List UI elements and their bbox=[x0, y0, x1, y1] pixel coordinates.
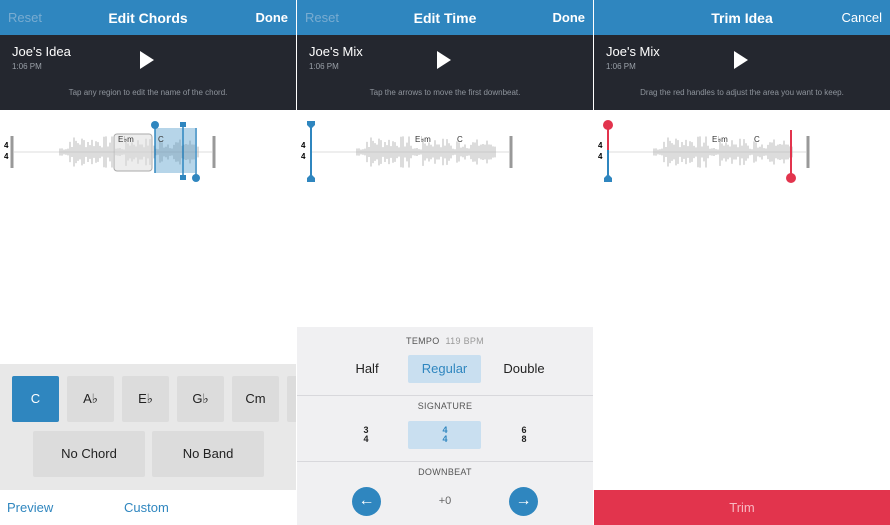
downbeat-handle-bottom bbox=[604, 174, 612, 182]
trim-button[interactable]: Trim bbox=[594, 490, 890, 525]
chord-label-ebm: E♭m bbox=[415, 135, 431, 144]
song-time: 1:06 PM bbox=[606, 62, 636, 71]
song-info-header: Joe's Mix 1:06 PM Tap the arrows to move… bbox=[297, 35, 593, 110]
play-icon[interactable] bbox=[140, 51, 154, 69]
chord-label-c: C bbox=[457, 135, 463, 144]
signature-3-4[interactable]: 34 bbox=[356, 426, 376, 444]
nav-bar: Reset Edit Time Done bbox=[297, 0, 593, 35]
downbeat-handle-bottom[interactable] bbox=[307, 174, 315, 182]
time-signature-bottom: 4 bbox=[4, 152, 9, 161]
downbeat-handle-top[interactable] bbox=[307, 121, 315, 129]
song-info-header: Joe's Mix 1:06 PM Drag the red handles t… bbox=[594, 35, 890, 110]
signature-label: SIGNATURE bbox=[417, 401, 473, 411]
time-signature-top: 4 bbox=[598, 141, 603, 150]
waveform[interactable]: 4 4 E♭m C bbox=[297, 110, 593, 200]
chord-chip-ab[interactable]: A♭ bbox=[67, 376, 114, 422]
downbeat-value: +0 bbox=[438, 495, 452, 507]
nav-title: Edit Time bbox=[413, 10, 477, 26]
time-signature-bottom: 4 bbox=[301, 152, 306, 161]
sig-bottom: 4 bbox=[363, 434, 369, 444]
hint-text: Tap the arrows to move the first downbea… bbox=[369, 88, 521, 97]
chord-label-c: C bbox=[754, 135, 760, 144]
song-time: 1:06 PM bbox=[12, 62, 42, 71]
chord-chip-gb[interactable]: G♭ bbox=[177, 376, 224, 422]
time-signature-bottom: 4 bbox=[598, 152, 603, 161]
time-settings: TEMPO 119 BPM Half Regular Double SIGNATU… bbox=[297, 327, 593, 525]
chord-chip-c[interactable]: C bbox=[12, 376, 59, 422]
custom-link[interactable]: Custom bbox=[124, 500, 169, 515]
edit-time-panel: Reset Edit Time Done Joe's Mix 1:06 PM T… bbox=[297, 0, 593, 525]
region-right-handle[interactable] bbox=[192, 174, 200, 182]
time-signature-top: 4 bbox=[301, 141, 306, 150]
trim-idea-panel: Trim Idea Cancel Joe's Mix 1:06 PM Drag … bbox=[594, 0, 890, 525]
downbeat-label: DOWNBEAT bbox=[418, 467, 472, 477]
done-button[interactable]: Done bbox=[553, 10, 586, 25]
chord-label-c: C bbox=[158, 135, 164, 144]
divider bbox=[297, 395, 593, 396]
sig-bottom: 4 bbox=[442, 434, 448, 444]
time-signature-top: 4 bbox=[4, 141, 9, 150]
regular-option[interactable]: Regular bbox=[408, 355, 481, 383]
no-band-button[interactable]: No Band bbox=[152, 431, 264, 477]
region-mid-handle-bottom[interactable] bbox=[180, 175, 186, 180]
trim-start-handle[interactable] bbox=[603, 120, 613, 130]
chord-chip-eb[interactable]: E♭ bbox=[122, 376, 169, 422]
chord-label-ebm: E♭m bbox=[118, 135, 134, 144]
waveform[interactable]: 4 4 E♭m C bbox=[594, 110, 890, 200]
chord-picker: C A♭ E♭ G♭ Cm No Chord No Band bbox=[0, 364, 296, 490]
divider bbox=[297, 461, 593, 462]
nav-bar: Reset Edit Chords Done bbox=[0, 0, 296, 35]
song-name: Joe's Idea bbox=[12, 44, 71, 59]
tempo-title: TEMPO bbox=[406, 336, 440, 346]
arrow-right-icon[interactable]: → bbox=[509, 487, 538, 516]
tempo-value: 119 BPM bbox=[445, 336, 484, 346]
region-mid-handle-top[interactable] bbox=[180, 122, 186, 127]
signature-4-4[interactable]: 44 bbox=[435, 426, 455, 444]
song-name: Joe's Mix bbox=[606, 44, 660, 59]
tempo-label: TEMPO 119 BPM bbox=[297, 336, 593, 346]
trim-end-handle[interactable] bbox=[786, 173, 796, 183]
play-icon[interactable] bbox=[734, 51, 748, 69]
bottom-toolbar: Preview Custom bbox=[0, 490, 296, 525]
nav-title: Edit Chords bbox=[108, 10, 188, 26]
song-info-header: Joe's Idea 1:06 PM Tap any region to edi… bbox=[0, 35, 296, 110]
chord-label-ebm: E♭m bbox=[712, 135, 728, 144]
edit-chords-panel: Reset Edit Chords Done Joe's Idea 1:06 P… bbox=[0, 0, 296, 525]
done-button[interactable]: Done bbox=[256, 10, 289, 25]
hint-text: Drag the red handles to adjust the area … bbox=[640, 88, 844, 97]
double-option[interactable]: Double bbox=[493, 355, 555, 383]
nav-bar: Trim Idea Cancel bbox=[594, 0, 890, 35]
half-option[interactable]: Half bbox=[339, 355, 395, 383]
sig-bottom: 8 bbox=[521, 434, 527, 444]
chord-chip-more[interactable] bbox=[287, 376, 296, 422]
cancel-button[interactable]: Cancel bbox=[842, 10, 882, 25]
no-chord-button[interactable]: No Chord bbox=[33, 431, 145, 477]
song-time: 1:06 PM bbox=[309, 62, 339, 71]
signature-6-8[interactable]: 68 bbox=[514, 426, 534, 444]
hint-text: Tap any region to edit the name of the c… bbox=[68, 88, 228, 97]
song-name: Joe's Mix bbox=[309, 44, 363, 59]
waveform[interactable]: 4 4 E♭m C bbox=[0, 110, 296, 200]
preview-link[interactable]: Preview bbox=[7, 500, 53, 515]
region-left-handle[interactable] bbox=[151, 121, 159, 129]
chord-chip-cm[interactable]: Cm bbox=[232, 376, 279, 422]
play-icon[interactable] bbox=[437, 51, 451, 69]
